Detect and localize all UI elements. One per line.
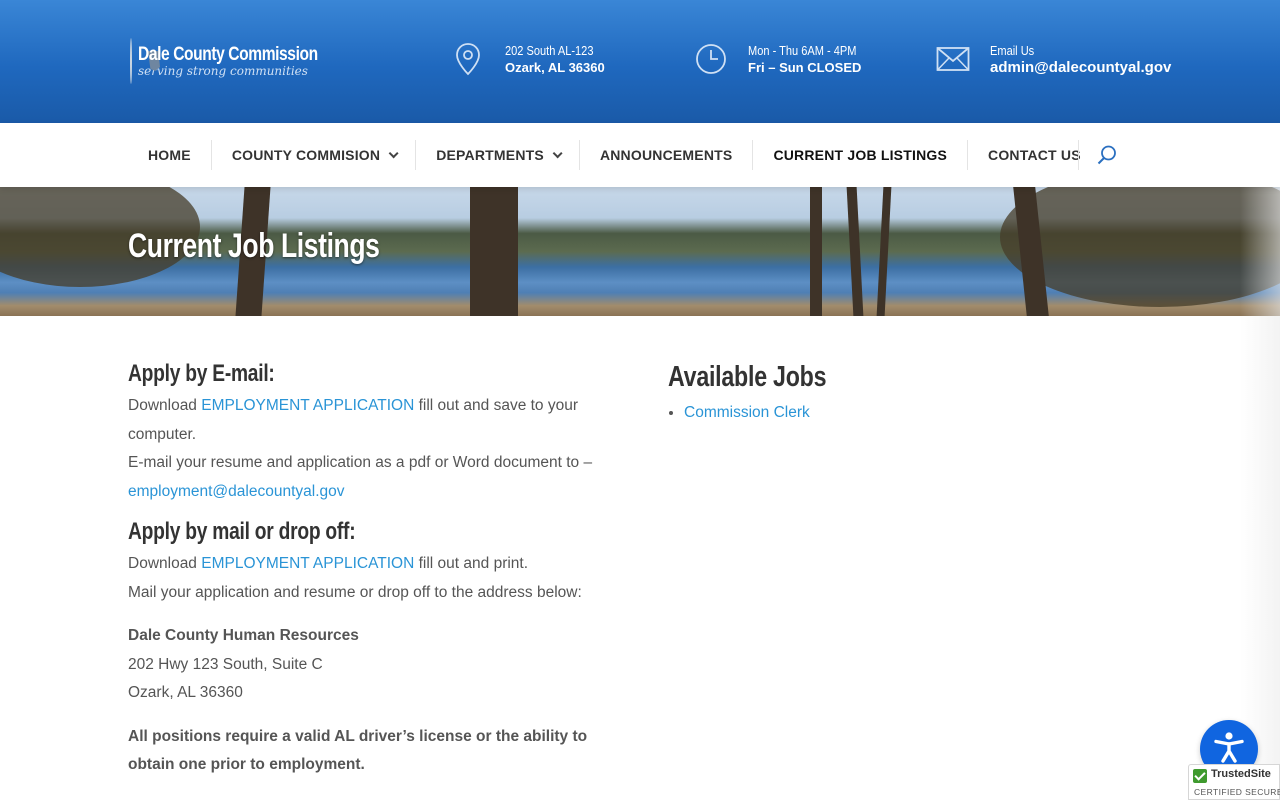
tree-trunk xyxy=(846,187,864,316)
nav-label: DEPARTMENTS xyxy=(436,147,544,163)
search-icon[interactable] xyxy=(1096,144,1118,166)
email-section-heading: Apply by E-mail: xyxy=(128,360,275,387)
nav-label: ANNOUNCEMENTS xyxy=(599,147,733,163)
county-seal-icon xyxy=(130,38,132,84)
nav-menu: HOME COUNTY COMMISION DEPARTMENTS ANNOUN… xyxy=(128,123,1101,187)
nav-label: HOME xyxy=(148,147,191,163)
mail-section-heading: Apply by mail or drop off: xyxy=(128,518,356,545)
trustedsite-subtitle: CERTIFIED SECURE xyxy=(1194,787,1280,797)
download-prefix: Download xyxy=(128,397,202,414)
logo-text: Dale County Commission serving strong co… xyxy=(138,44,357,78)
email-label: Email Us xyxy=(990,43,1035,58)
mail-instruction: Mail your application and resume or drop… xyxy=(128,583,582,601)
page-title: Current Job Listings xyxy=(128,227,380,265)
map-pin-icon xyxy=(451,42,485,76)
tree-trunk xyxy=(876,187,892,316)
trustedsite-title: TrustedSite xyxy=(1211,768,1271,780)
nav-divider xyxy=(1078,140,1079,170)
nav-item-county-commision[interactable]: COUNTY COMMISION xyxy=(212,140,417,170)
site-logo[interactable]: Dale County Commission serving strong co… xyxy=(130,37,335,85)
job-list: Commission Clerk xyxy=(684,401,1148,425)
hr-department-name: Dale County Human Resources xyxy=(128,627,359,644)
logo-title: Dale County Commission xyxy=(138,44,318,65)
download-prefix: Download xyxy=(128,555,202,572)
email-address-link[interactable]: admin@dalecountyal.gov xyxy=(990,59,1171,76)
main-navigation: HOME COUNTY COMMISION DEPARTMENTS ANNOUN… xyxy=(0,123,1280,187)
address-line-2: Ozark, AL 36360 xyxy=(505,60,605,75)
email-section-text: Download EMPLOYMENT APPLICATION fill out… xyxy=(128,392,618,506)
hr-address-block: Dale County Human Resources 202 Hwy 123 … xyxy=(128,622,618,708)
clock-icon xyxy=(694,42,728,76)
nav-label: CONTACT US xyxy=(988,147,1081,163)
logo-tagline: serving strong communities xyxy=(138,64,308,78)
employment-application-link[interactable]: EMPLOYMENT APPLICATION xyxy=(201,555,414,572)
site-header: Dale County Commission serving strong co… xyxy=(0,0,1280,123)
nav-item-contact-us[interactable]: CONTACT US xyxy=(968,140,1101,170)
envelope-icon xyxy=(936,42,970,76)
email-instruction: E-mail your resume and application as a … xyxy=(128,454,593,471)
address-line-1: 202 South AL-123 xyxy=(505,43,594,58)
license-requirement: All positions require a valid AL driver’… xyxy=(128,727,588,774)
trustedsite-badge[interactable]: TrustedSite CERTIFIED SECURE xyxy=(1188,764,1280,800)
nav-item-announcements[interactable]: ANNOUNCEMENTS xyxy=(580,140,754,170)
tree-trunk xyxy=(470,187,518,316)
hr-address-line-2: Ozark, AL 36360 xyxy=(128,684,243,701)
header-email[interactable]: Email Us admin@dalecountyal.gov xyxy=(936,42,1171,76)
chevron-down-icon xyxy=(388,147,399,158)
tree-trunk xyxy=(810,187,822,316)
hours-line-2: Fri – Sun CLOSED xyxy=(748,60,862,75)
hr-address-line-1: 202 Hwy 123 South, Suite C xyxy=(128,655,323,673)
job-link-commission-clerk[interactable]: Commission Clerk xyxy=(684,404,810,421)
employment-application-link[interactable]: EMPLOYMENT APPLICATION xyxy=(201,397,414,414)
employment-email-link[interactable]: employment@dalecountyal.gov xyxy=(128,483,345,500)
application-instructions: Apply by E-mail: Download EMPLOYMENT APP… xyxy=(128,358,618,780)
mail-section-text: Download EMPLOYMENT APPLICATION fill out… xyxy=(128,550,618,607)
checkmark-icon xyxy=(1193,769,1207,783)
list-item: Commission Clerk xyxy=(684,401,1148,425)
header-address: 202 South AL-123 Ozark, AL 36360 xyxy=(451,42,609,76)
hours-line-1: Mon - Thu 6AM - 4PM xyxy=(748,43,857,58)
download-suffix: fill out and print. xyxy=(414,555,529,572)
chevron-down-icon xyxy=(552,147,563,158)
nav-item-departments[interactable]: DEPARTMENTS xyxy=(416,140,580,170)
hero-banner: Current Job Listings xyxy=(0,187,1280,316)
nav-label: COUNTY COMMISION xyxy=(231,147,381,163)
nav-label: CURRENT JOB LISTINGS xyxy=(773,147,948,163)
header-hours: Mon - Thu 6AM - 4PM Fri – Sun CLOSED xyxy=(694,42,876,76)
nav-item-home[interactable]: HOME xyxy=(128,140,212,170)
available-jobs-heading: Available Jobs xyxy=(668,361,827,393)
available-jobs: Available Jobs Commission Clerk xyxy=(668,358,1148,425)
nav-item-current-job-listings[interactable]: CURRENT JOB LISTINGS xyxy=(753,140,969,170)
